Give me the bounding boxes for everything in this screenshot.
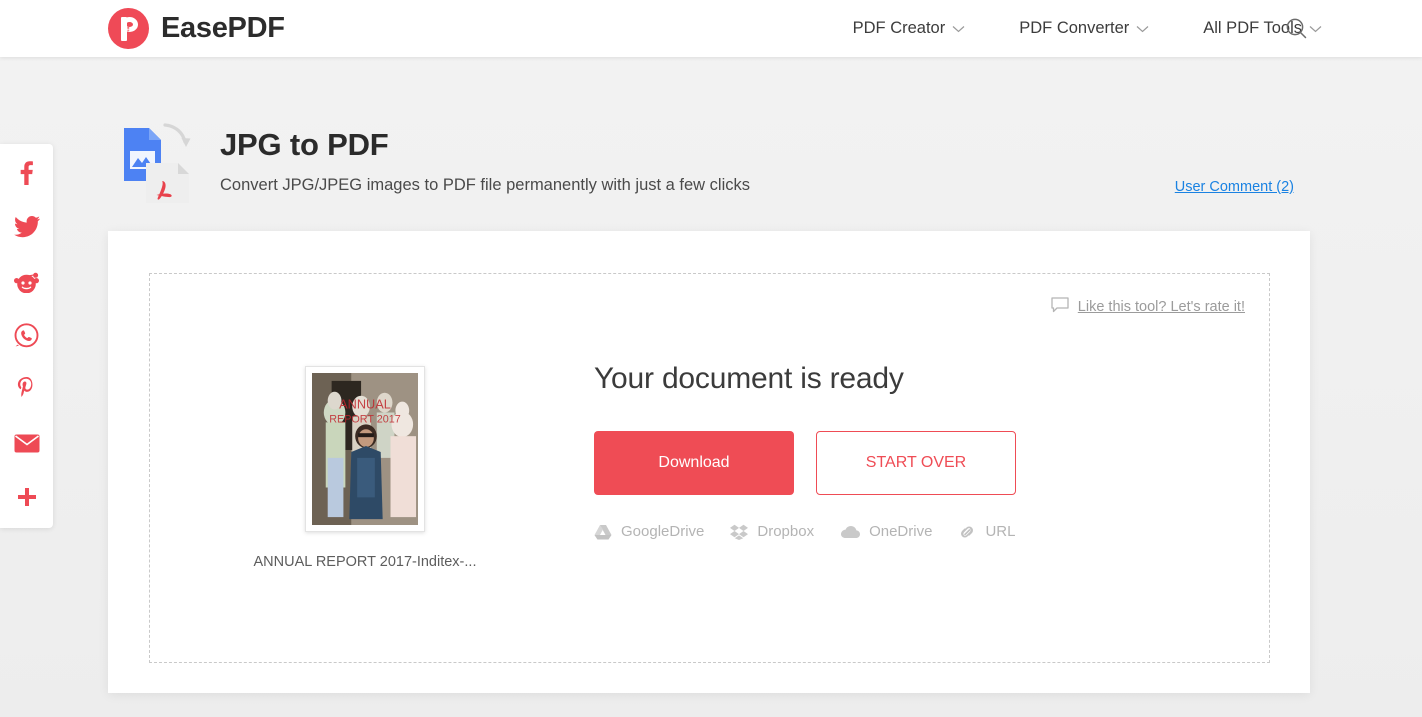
svg-text:ANNUAL: ANNUAL [339,396,391,411]
result-button-row: Download START OVER [594,431,1016,495]
document-thumbnail-block: ANNUAL REPORT 2017 ANNUAL REPORT 2017-In… [150,362,580,570]
search-icon[interactable] [1284,16,1310,42]
pinterest-icon[interactable] [14,376,40,402]
link-icon [958,524,976,540]
twitter-icon[interactable] [13,214,40,240]
result-actions: Your document is ready Download START OV… [580,362,1016,540]
page-title: JPG to PDF [220,127,389,162]
user-comment-link[interactable]: User Comment (2) [1175,179,1294,195]
comment-bubble-icon [1051,297,1069,317]
page-body: JPG to PDF Convert JPG/JPEG images to PD… [0,57,1422,717]
svg-text:REPORT 2017: REPORT 2017 [329,413,401,425]
jpg-to-pdf-icon [108,119,196,211]
start-over-button[interactable]: START OVER [816,431,1016,495]
rate-tool-text: Like this tool? Let's rate it! [1077,299,1245,315]
file-dropzone[interactable]: Like this tool? Let's rate it! ANNUAL RE… [149,273,1270,663]
facebook-icon[interactable] [14,160,40,186]
chevron-down-icon [952,19,965,38]
tool-header: JPG to PDF Convert JPG/JPEG images to PD… [108,57,1310,211]
nav-label: PDF Creator [852,19,946,37]
result-panel: ANNUAL REPORT 2017 ANNUAL REPORT 2017-In… [150,362,1271,570]
email-icon[interactable] [14,430,40,456]
chevron-down-icon [1136,19,1149,38]
easepdf-logo-icon: ⦙⦙ [108,8,149,49]
cloud-save-row: GoogleDrive Dropbox OneDrive URL [594,523,1016,540]
reddit-icon[interactable] [14,268,40,294]
save-to-dropbox[interactable]: Dropbox [730,523,814,540]
google-drive-icon [594,524,612,540]
brand-logo-link[interactable]: ⦙⦙ EasePDF [108,8,285,49]
whatsapp-icon[interactable] [14,322,40,348]
tool-subtitle: Convert JPG/JPEG images to PDF file perm… [220,176,751,194]
tool-text-block: JPG to PDF Convert JPG/JPEG images to PD… [220,119,750,195]
tool-card: Like this tool? Let's rate it! ANNUAL RE… [108,231,1310,693]
thumbnail-caption: ANNUAL REPORT 2017-Inditex-... [253,554,477,570]
thumbnail-frame[interactable]: ANNUAL REPORT 2017 [305,366,425,532]
site-header: ⦙⦙ EasePDF PDF Creator PDF Converter All… [0,0,1422,57]
save-to-google-drive[interactable]: GoogleDrive [594,523,704,540]
more-share-icon[interactable] [14,484,40,510]
nav-item-pdf-converter[interactable]: PDF Converter [1019,19,1149,38]
cloud-label: Dropbox [757,523,815,540]
save-to-url[interactable]: URL [958,523,1015,540]
thumbnail-image: ANNUAL REPORT 2017 [312,373,418,525]
main-nav: PDF Creator PDF Converter All PDF Tools [853,0,1322,57]
cloud-label: OneDrive [869,523,933,540]
result-heading: Your document is ready [594,362,904,395]
onedrive-icon [840,525,861,539]
content-container: JPG to PDF Convert JPG/JPEG images to PD… [108,57,1310,693]
nav-label: PDF Converter [1019,19,1130,37]
download-button[interactable]: Download [594,431,794,495]
rate-tool-link[interactable]: Like this tool? Let's rate it! [1051,297,1245,317]
social-share-rail [0,144,53,528]
save-to-onedrive[interactable]: OneDrive [840,523,932,540]
dropbox-icon [730,524,749,540]
brand-name: EasePDF [161,12,285,44]
cloud-label: GoogleDrive [621,523,705,540]
chevron-down-icon [1309,19,1322,38]
nav-item-pdf-creator[interactable]: PDF Creator [853,19,966,38]
cloud-label: URL [985,523,1016,540]
